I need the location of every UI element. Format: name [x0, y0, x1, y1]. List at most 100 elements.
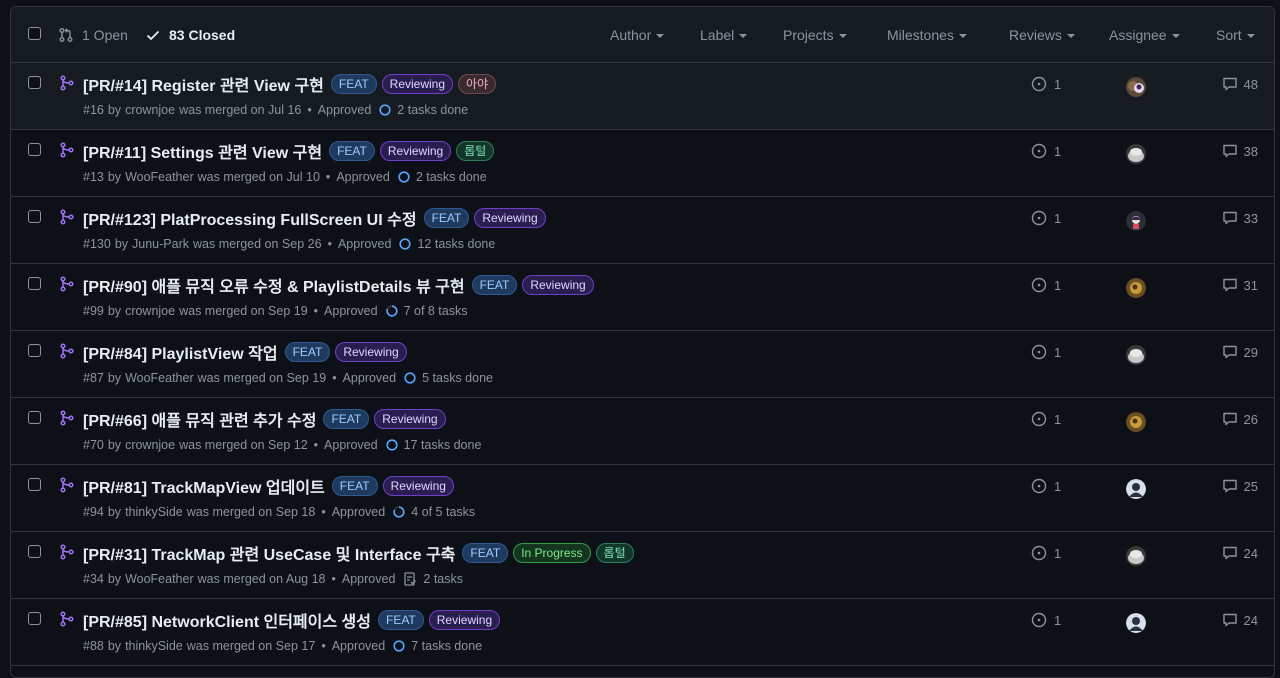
pull-request-row[interactable]: [PR/#14] Register 관련 View 구현 FEAT Reviewi… — [11, 63, 1274, 130]
pr-title-link[interactable]: [PR/#14] Register 관련 View 구현 — [83, 72, 324, 96]
author-link[interactable]: WooFeather — [125, 170, 194, 184]
projects-filter[interactable]: Projects — [783, 7, 847, 62]
comments-link[interactable]: 48 — [1222, 76, 1258, 92]
label-badge[interactable]: FEAT — [471, 275, 518, 295]
linked-issues[interactable]: 1 — [1031, 143, 1061, 159]
row-checkbox[interactable] — [28, 545, 41, 558]
pull-request-row[interactable]: [PR/#85] NetworkClient 인터페이스 생성 FEAT Revi… — [11, 599, 1274, 666]
author-link[interactable]: thinkySide — [125, 639, 183, 653]
pr-title-link[interactable]: [PR/#90] 애플 뮤직 오류 수정 & PlaylistDetails 뷰… — [83, 273, 465, 297]
linked-issues[interactable]: 1 — [1031, 344, 1061, 360]
author-link[interactable]: crownjoe — [125, 438, 175, 452]
pull-request-row[interactable]: [PR/#123] PlatProcessing FullScreen UI 수… — [11, 197, 1274, 264]
row-checkbox[interactable] — [28, 210, 41, 223]
row-checkbox[interactable] — [28, 411, 41, 424]
label-badge[interactable]: Reviewing — [474, 208, 546, 228]
label-badge[interactable]: Reviewing — [428, 610, 501, 630]
assignee-avatar[interactable] — [1126, 77, 1146, 97]
row-checkbox[interactable] — [28, 76, 41, 89]
pr-title-link[interactable]: [PR/#84] PlaylistView 작업 — [83, 340, 278, 364]
label-badge[interactable]: Reviewing — [522, 275, 594, 295]
assignee-avatar[interactable] — [1126, 546, 1146, 566]
assignee-avatar[interactable] — [1126, 144, 1146, 164]
label-badge[interactable]: FEAT — [330, 74, 377, 94]
label-filter[interactable]: Label — [700, 7, 748, 62]
linked-issues[interactable]: 1 — [1031, 478, 1061, 494]
sort-filter[interactable]: Sort — [1216, 7, 1255, 62]
author-link[interactable]: thinkySide — [125, 505, 183, 519]
author-link[interactable]: WooFeather — [125, 572, 194, 586]
row-checkbox[interactable] — [28, 612, 41, 625]
pr-title-link[interactable]: [PR/#81] TrackMapView 업데이트 — [83, 474, 325, 498]
pr-title-link[interactable]: [PR/#66] 애플 뮤직 관련 추가 수정 — [83, 407, 316, 431]
label-badge[interactable]: Reviewing — [374, 409, 446, 429]
label-badge[interactable]: Reviewing — [379, 141, 452, 161]
pull-request-row[interactable]: [PR/#66] 애플 뮤직 관련 추가 수정 FEAT Reviewing #7… — [11, 398, 1274, 465]
assignee-avatar[interactable] — [1126, 412, 1146, 432]
author-link[interactable]: crownjoe — [125, 103, 175, 117]
label-badge[interactable]: 롭털 — [456, 141, 495, 161]
row-checkbox[interactable] — [28, 344, 41, 357]
row-checkbox[interactable] — [28, 143, 41, 156]
pull-request-row[interactable]: [PR/#90] 애플 뮤직 오류 수정 & PlaylistDetails 뷰… — [11, 264, 1274, 331]
author-link[interactable]: Junu-Park — [132, 237, 189, 251]
pull-request-row[interactable]: [PR/#11] Settings 관련 View 구현 FEAT Reviewi… — [11, 130, 1274, 197]
comments-link[interactable]: 38 — [1222, 143, 1258, 159]
review-status-link[interactable]: Approved — [318, 103, 372, 117]
comments-link[interactable]: 25 — [1222, 478, 1258, 494]
linked-issues[interactable]: 1 — [1031, 612, 1061, 628]
label-badge[interactable]: 아야 — [458, 74, 497, 94]
assignee-avatar[interactable] — [1126, 479, 1146, 499]
comments-link[interactable]: 26 — [1222, 411, 1258, 427]
reviews-filter[interactable]: Reviews — [1009, 7, 1075, 62]
assignee-avatar[interactable] — [1126, 613, 1146, 633]
label-badge[interactable]: Reviewing — [335, 342, 407, 362]
review-status-link[interactable]: Approved — [343, 371, 397, 385]
review-status-link[interactable]: Approved — [338, 237, 392, 251]
comments-link[interactable]: 29 — [1222, 344, 1258, 360]
label-badge[interactable]: 롭털 — [595, 543, 634, 563]
pr-title-link[interactable]: [PR/#11] Settings 관련 View 구현 — [83, 139, 322, 163]
pull-request-row[interactable]: [PR/#84] PlaylistView 작업 FEAT Reviewing #… — [11, 331, 1274, 398]
review-status-link[interactable]: Approved — [324, 304, 378, 318]
review-status-link[interactable]: Approved — [336, 170, 390, 184]
label-badge[interactable]: Reviewing — [382, 476, 454, 496]
label-badge[interactable]: FEAT — [329, 141, 375, 161]
review-status-link[interactable]: Approved — [342, 572, 396, 586]
label-badge[interactable]: Reviewing — [381, 74, 454, 94]
label-badge[interactable]: FEAT — [284, 342, 331, 362]
label-badge[interactable]: In Progress — [513, 543, 591, 563]
assignee-avatar[interactable] — [1126, 278, 1146, 298]
comments-link[interactable]: 31 — [1222, 277, 1258, 293]
author-link[interactable]: WooFeather — [125, 371, 194, 385]
pr-title-link[interactable]: [PR/#123] PlatProcessing FullScreen UI 수… — [83, 206, 417, 230]
label-badge[interactable]: FEAT — [377, 610, 424, 630]
linked-issues[interactable]: 1 — [1031, 411, 1061, 427]
linked-issues[interactable]: 1 — [1031, 545, 1061, 561]
review-status-link[interactable]: Approved — [332, 639, 386, 653]
linked-issues[interactable]: 1 — [1031, 210, 1061, 226]
comments-link[interactable]: 24 — [1222, 545, 1258, 561]
review-status-link[interactable]: Approved — [324, 438, 378, 452]
assignee-avatar[interactable] — [1126, 211, 1146, 231]
linked-issues[interactable]: 1 — [1031, 76, 1061, 92]
review-status-link[interactable]: Approved — [332, 505, 386, 519]
row-checkbox[interactable] — [28, 478, 41, 491]
comments-link[interactable]: 33 — [1222, 210, 1258, 226]
assignee-avatar[interactable] — [1126, 345, 1146, 365]
author-link[interactable]: crownjoe — [125, 304, 175, 318]
linked-issues[interactable]: 1 — [1031, 277, 1061, 293]
label-badge[interactable]: FEAT — [462, 543, 509, 563]
label-badge[interactable]: FEAT — [323, 409, 370, 429]
label-badge[interactable]: FEAT — [331, 476, 378, 496]
milestones-filter[interactable]: Milestones — [887, 7, 967, 62]
pr-title-link[interactable]: [PR/#85] NetworkClient 인터페이스 생성 — [83, 608, 371, 632]
pr-title-link[interactable]: [PR/#31] TrackMap 관련 UseCase 및 Interface… — [83, 541, 455, 565]
pull-request-row[interactable]: [PR/#31] TrackMap 관련 UseCase 및 Interface… — [11, 532, 1274, 599]
assignee-filter[interactable]: Assignee — [1109, 7, 1180, 62]
row-checkbox[interactable] — [28, 277, 41, 290]
label-badge[interactable]: FEAT — [423, 208, 470, 228]
author-filter[interactable]: Author — [610, 7, 665, 62]
pull-request-row[interactable]: [PR/#81] TrackMapView 업데이트 FEAT Reviewing… — [11, 465, 1274, 532]
comments-link[interactable]: 24 — [1222, 612, 1258, 628]
